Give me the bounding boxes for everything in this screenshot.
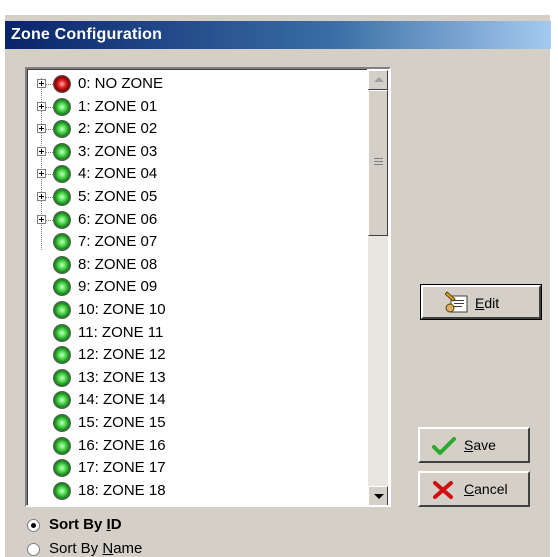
zone-label: 18: ZONE 18 bbox=[78, 482, 166, 499]
zone-tree[interactable]: 0: NO ZONE 1: ZONE 01 2: ZONE 02 3: ZONE 03… bbox=[25, 67, 391, 507]
green-status-light-icon bbox=[53, 324, 71, 342]
zone-label: 7: ZONE 07 bbox=[78, 233, 157, 250]
save-button[interactable]: Save bbox=[418, 427, 530, 463]
zone-row[interactable]: 6: ZONE 06 bbox=[28, 210, 364, 232]
expand-plus-icon[interactable] bbox=[37, 79, 46, 88]
zone-row[interactable]: 3: ZONE 03 bbox=[28, 142, 364, 164]
green-status-light-icon bbox=[53, 165, 71, 183]
top-strip bbox=[0, 0, 558, 14]
zone-label: 2: ZONE 02 bbox=[78, 120, 157, 137]
green-status-light-icon bbox=[53, 482, 71, 500]
green-status-light-icon bbox=[53, 346, 71, 364]
edit-icon bbox=[445, 290, 471, 314]
sort-by-id-label[interactable]: Sort By ID bbox=[49, 516, 122, 533]
zone-label: 1: ZONE 01 bbox=[78, 98, 157, 115]
green-status-light-icon bbox=[53, 414, 71, 432]
zone-label: 3: ZONE 03 bbox=[78, 143, 157, 160]
grip-line bbox=[374, 164, 383, 165]
zone-label: 6: ZONE 06 bbox=[78, 211, 157, 228]
zone-row[interactable]: 1: ZONE 01 bbox=[28, 97, 364, 119]
cancel-label: Cancel bbox=[464, 481, 508, 497]
zone-row[interactable]: 15: ZONE 15 bbox=[28, 413, 364, 435]
zone-label: 13: ZONE 13 bbox=[78, 369, 166, 386]
zone-label: 4: ZONE 04 bbox=[78, 165, 157, 182]
zone-row[interactable]: 5: ZONE 05 bbox=[28, 187, 364, 209]
green-status-light-icon bbox=[53, 437, 71, 455]
zone-label: 14: ZONE 14 bbox=[78, 391, 166, 408]
zone-label: 11: ZONE 11 bbox=[78, 324, 163, 341]
scroll-up-button[interactable] bbox=[368, 70, 388, 90]
green-status-light-icon bbox=[53, 278, 71, 296]
zone-row[interactable]: 8: ZONE 08 bbox=[28, 255, 364, 277]
zone-label: 15: ZONE 15 bbox=[78, 414, 166, 431]
expand-plus-icon[interactable] bbox=[37, 192, 46, 201]
expand-plus-icon[interactable] bbox=[37, 215, 46, 224]
zone-row[interactable]: 4: ZONE 04 bbox=[28, 164, 364, 186]
edit-label: Edit bbox=[475, 295, 499, 311]
sort-by-name-radio[interactable] bbox=[27, 543, 40, 556]
zone-label: 10: ZONE 10 bbox=[78, 301, 166, 318]
zone-label: 0: NO ZONE bbox=[78, 75, 163, 92]
green-status-light-icon bbox=[53, 233, 71, 251]
zone-row[interactable]: 16: ZONE 16 bbox=[28, 436, 364, 458]
zone-row[interactable]: 11: ZONE 11 bbox=[28, 323, 364, 345]
save-label: Save bbox=[464, 437, 496, 453]
zone-row[interactable]: 0: NO ZONE bbox=[28, 74, 364, 96]
scroll-down-button[interactable] bbox=[368, 486, 388, 506]
zone-row[interactable]: 7: ZONE 07 bbox=[28, 232, 364, 254]
scroll-thumb[interactable] bbox=[368, 90, 388, 236]
green-status-light-icon bbox=[53, 256, 71, 274]
checkmark-icon bbox=[432, 436, 456, 456]
zone-row[interactable]: 18: ZONE 18 bbox=[28, 481, 364, 503]
grip-line bbox=[374, 161, 383, 162]
x-icon bbox=[432, 480, 454, 500]
vertical-scrollbar[interactable] bbox=[368, 70, 388, 506]
zone-row[interactable]: 9: ZONE 09 bbox=[28, 277, 364, 299]
window-title: Zone Configuration bbox=[11, 26, 162, 44]
zone-label: 9: ZONE 09 bbox=[78, 278, 157, 295]
expand-plus-icon[interactable] bbox=[37, 102, 46, 111]
title-bar: Zone Configuration bbox=[5, 21, 551, 49]
down-arrow-icon bbox=[374, 494, 384, 499]
expand-plus-icon[interactable] bbox=[37, 147, 46, 156]
green-status-light-icon bbox=[53, 459, 71, 477]
green-status-light-icon bbox=[53, 391, 71, 409]
zone-row[interactable]: 2: ZONE 02 bbox=[28, 119, 364, 141]
sort-by-name-label[interactable]: Sort By Name bbox=[49, 540, 142, 557]
zone-label: 5: ZONE 05 bbox=[78, 188, 157, 205]
zone-label: 12: ZONE 12 bbox=[78, 346, 166, 363]
green-status-light-icon bbox=[53, 98, 71, 116]
green-status-light-icon bbox=[53, 188, 71, 206]
zone-row[interactable]: 10: ZONE 10 bbox=[28, 300, 364, 322]
green-status-light-icon bbox=[53, 120, 71, 138]
grip-line bbox=[374, 158, 383, 159]
zone-row[interactable]: 17: ZONE 17 bbox=[28, 458, 364, 480]
green-status-light-icon bbox=[53, 301, 71, 319]
zone-tree-content: 0: NO ZONE 1: ZONE 01 2: ZONE 02 3: ZONE 03… bbox=[27, 69, 367, 505]
green-status-light-icon bbox=[53, 143, 71, 161]
expand-plus-icon[interactable] bbox=[37, 169, 46, 178]
zone-configuration-dialog: Zone Configuration 0: NO ZONE 1: ZONE 01 2… bbox=[4, 14, 550, 557]
cancel-button[interactable]: Cancel bbox=[418, 471, 530, 507]
zone-label: 17: ZONE 17 bbox=[78, 459, 166, 476]
green-status-light-icon bbox=[53, 369, 71, 387]
edit-button[interactable]: Edit bbox=[421, 285, 541, 319]
zone-row[interactable]: 14: ZONE 14 bbox=[28, 390, 364, 412]
zone-label: 8: ZONE 08 bbox=[78, 256, 157, 273]
red-status-light-icon bbox=[53, 75, 71, 93]
zone-label: 16: ZONE 16 bbox=[78, 437, 166, 454]
up-arrow-icon bbox=[374, 77, 384, 82]
green-status-light-icon bbox=[53, 211, 71, 229]
zone-row[interactable]: 12: ZONE 12 bbox=[28, 345, 364, 367]
zone-row[interactable]: 13: ZONE 13 bbox=[28, 368, 364, 390]
expand-plus-icon[interactable] bbox=[37, 124, 46, 133]
sort-by-id-radio[interactable] bbox=[27, 519, 40, 532]
